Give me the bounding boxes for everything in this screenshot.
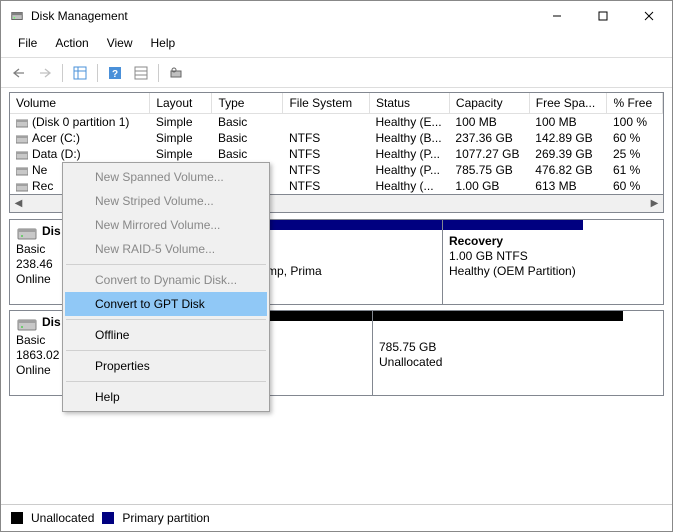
col-fs[interactable]: File System — [283, 93, 370, 114]
context-menu-separator — [66, 264, 266, 265]
context-menu-separator — [66, 350, 266, 351]
context-menu-item[interactable]: Convert to GPT Disk — [65, 292, 267, 316]
menu-file[interactable]: File — [9, 33, 46, 53]
menu-action[interactable]: Action — [46, 33, 97, 53]
col-capacity[interactable]: Capacity — [449, 93, 529, 114]
app-icon — [9, 8, 25, 24]
help-icon[interactable]: ? — [103, 62, 127, 84]
close-button[interactable] — [626, 1, 672, 31]
col-volume[interactable]: Volume — [10, 93, 150, 114]
partition[interactable]: 785.75 GBUnallocated — [373, 311, 623, 395]
context-menu-item: New Mirrored Volume... — [65, 213, 267, 237]
minimize-button[interactable] — [534, 1, 580, 31]
context-menu-item[interactable]: Properties — [65, 354, 267, 378]
col-free[interactable]: Free Spa... — [529, 93, 607, 114]
back-button[interactable] — [7, 62, 31, 84]
legend-label-primary: Primary partition — [122, 511, 209, 525]
titlebar: Disk Management — [1, 1, 672, 31]
menu-view[interactable]: View — [98, 33, 142, 53]
svg-text:?: ? — [112, 69, 118, 80]
menu-help[interactable]: Help — [142, 33, 185, 53]
partition-info: Recovery1.00 GB NTFSHealthy (OEM Partiti… — [443, 230, 583, 283]
legend: Unallocated Primary partition — [1, 504, 672, 531]
menubar: File Action View Help — [1, 31, 672, 58]
table-row[interactable]: (Disk 0 partition 1)SimpleBasicHealthy (… — [10, 114, 663, 131]
context-menu-item: New Spanned Volume... — [65, 165, 267, 189]
col-type[interactable]: Type — [212, 93, 283, 114]
toolbar-settings-icon[interactable] — [164, 62, 188, 84]
partition[interactable]: Recovery1.00 GB NTFSHealthy (OEM Partiti… — [443, 220, 583, 304]
col-layout[interactable]: Layout — [150, 93, 212, 114]
partition-stripe — [443, 220, 583, 230]
forward-button[interactable] — [33, 62, 57, 84]
col-status[interactable]: Status — [370, 93, 450, 114]
context-menu-item[interactable]: Offline — [65, 323, 267, 347]
context-menu-item: New RAID-5 Volume... — [65, 237, 267, 261]
toolbar-list-icon[interactable] — [129, 62, 153, 84]
legend-swatch-primary — [102, 512, 114, 524]
context-menu-separator — [66, 381, 266, 382]
window-title: Disk Management — [31, 9, 534, 23]
window-controls — [534, 1, 672, 31]
context-menu-item: Convert to Dynamic Disk... — [65, 268, 267, 292]
context-menu[interactable]: New Spanned Volume...New Striped Volume.… — [62, 162, 270, 412]
column-headers[interactable]: Volume Layout Type File System Status Ca… — [10, 93, 663, 114]
context-menu-item: New Striped Volume... — [65, 189, 267, 213]
partition-info: 785.75 GBUnallocated — [373, 321, 623, 374]
table-row[interactable]: Acer (C:)SimpleBasicNTFSHealthy (B...237… — [10, 130, 663, 146]
context-menu-separator — [66, 319, 266, 320]
scroll-right-icon[interactable]: ▶ — [646, 195, 663, 212]
toolbar: ? — [1, 58, 672, 88]
toolbar-view-icon[interactable] — [68, 62, 92, 84]
legend-swatch-unallocated — [11, 512, 23, 524]
context-menu-item[interactable]: Help — [65, 385, 267, 409]
partition-stripe — [373, 311, 623, 321]
col-pct[interactable]: % Free — [607, 93, 663, 114]
legend-label-unallocated: Unallocated — [31, 511, 94, 525]
maximize-button[interactable] — [580, 1, 626, 31]
table-row[interactable]: Data (D:)SimpleBasicNTFSHealthy (P...107… — [10, 146, 663, 162]
scroll-left-icon[interactable]: ◀ — [10, 195, 27, 212]
